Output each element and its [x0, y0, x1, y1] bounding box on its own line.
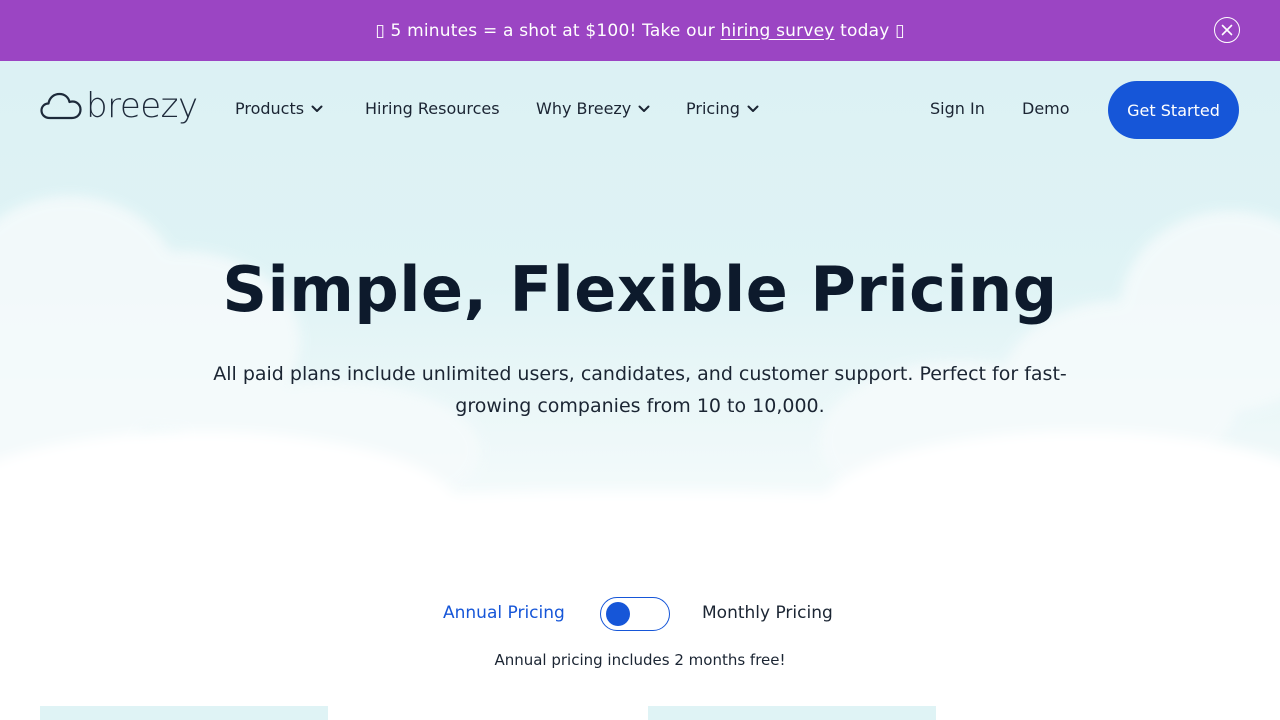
annual-pricing-note: Annual pricing includes 2 months free!	[494, 651, 786, 669]
annual-pricing-label[interactable]: Annual Pricing	[443, 603, 565, 623]
chevron-down-icon	[638, 105, 650, 112]
page-subtitle: All paid plans include unlimited users, …	[213, 363, 1067, 417]
logo-text: breezy	[86, 86, 198, 126]
pricing-card-top	[40, 706, 328, 720]
banner-text-prefix: ▯ 5 minutes = a shot at $100! Take our	[375, 20, 721, 41]
breezy-logo[interactable]: breezy	[40, 89, 198, 123]
nav-pricing-label: Pricing	[686, 99, 740, 118]
nav-hiring-resources-label: Hiring Resources	[365, 99, 500, 118]
nav-hiring-resources[interactable]: Hiring Resources	[365, 99, 500, 118]
main-navigation: breezy Products Hiring Resources Why Bre…	[0, 61, 1280, 159]
pricing-card-top	[648, 706, 936, 720]
pricing-toggle-switch[interactable]	[600, 597, 670, 631]
banner-text-suffix: today ▯	[834, 20, 905, 41]
chevron-down-icon	[311, 105, 323, 112]
pricing-toggle-row: Annual Pricing Monthly Pricing	[0, 597, 1280, 631]
monthly-pricing-label[interactable]: Monthly Pricing	[702, 603, 833, 623]
nav-products-label: Products	[235, 99, 305, 118]
nav-why-breezy[interactable]: Why Breezy	[536, 99, 650, 118]
nav-pricing[interactable]: Pricing	[686, 99, 759, 118]
announcement-banner: ▯ 5 minutes = a shot at $100! Take our h…	[0, 0, 1280, 61]
sign-in-link[interactable]: Sign In	[930, 99, 985, 118]
hiring-survey-link[interactable]: hiring survey	[721, 21, 835, 41]
cloud-logo-icon	[40, 92, 82, 120]
nav-products[interactable]: Products	[235, 99, 323, 118]
toggle-knob	[606, 602, 630, 626]
page-title: Simple, Flexible Pricing	[222, 253, 1058, 326]
demo-link[interactable]: Demo	[1022, 99, 1070, 118]
chevron-down-icon	[747, 105, 759, 112]
close-icon[interactable]	[1214, 17, 1240, 43]
get-started-button[interactable]: Get Started	[1108, 81, 1239, 139]
nav-why-breezy-label: Why Breezy	[536, 99, 632, 118]
